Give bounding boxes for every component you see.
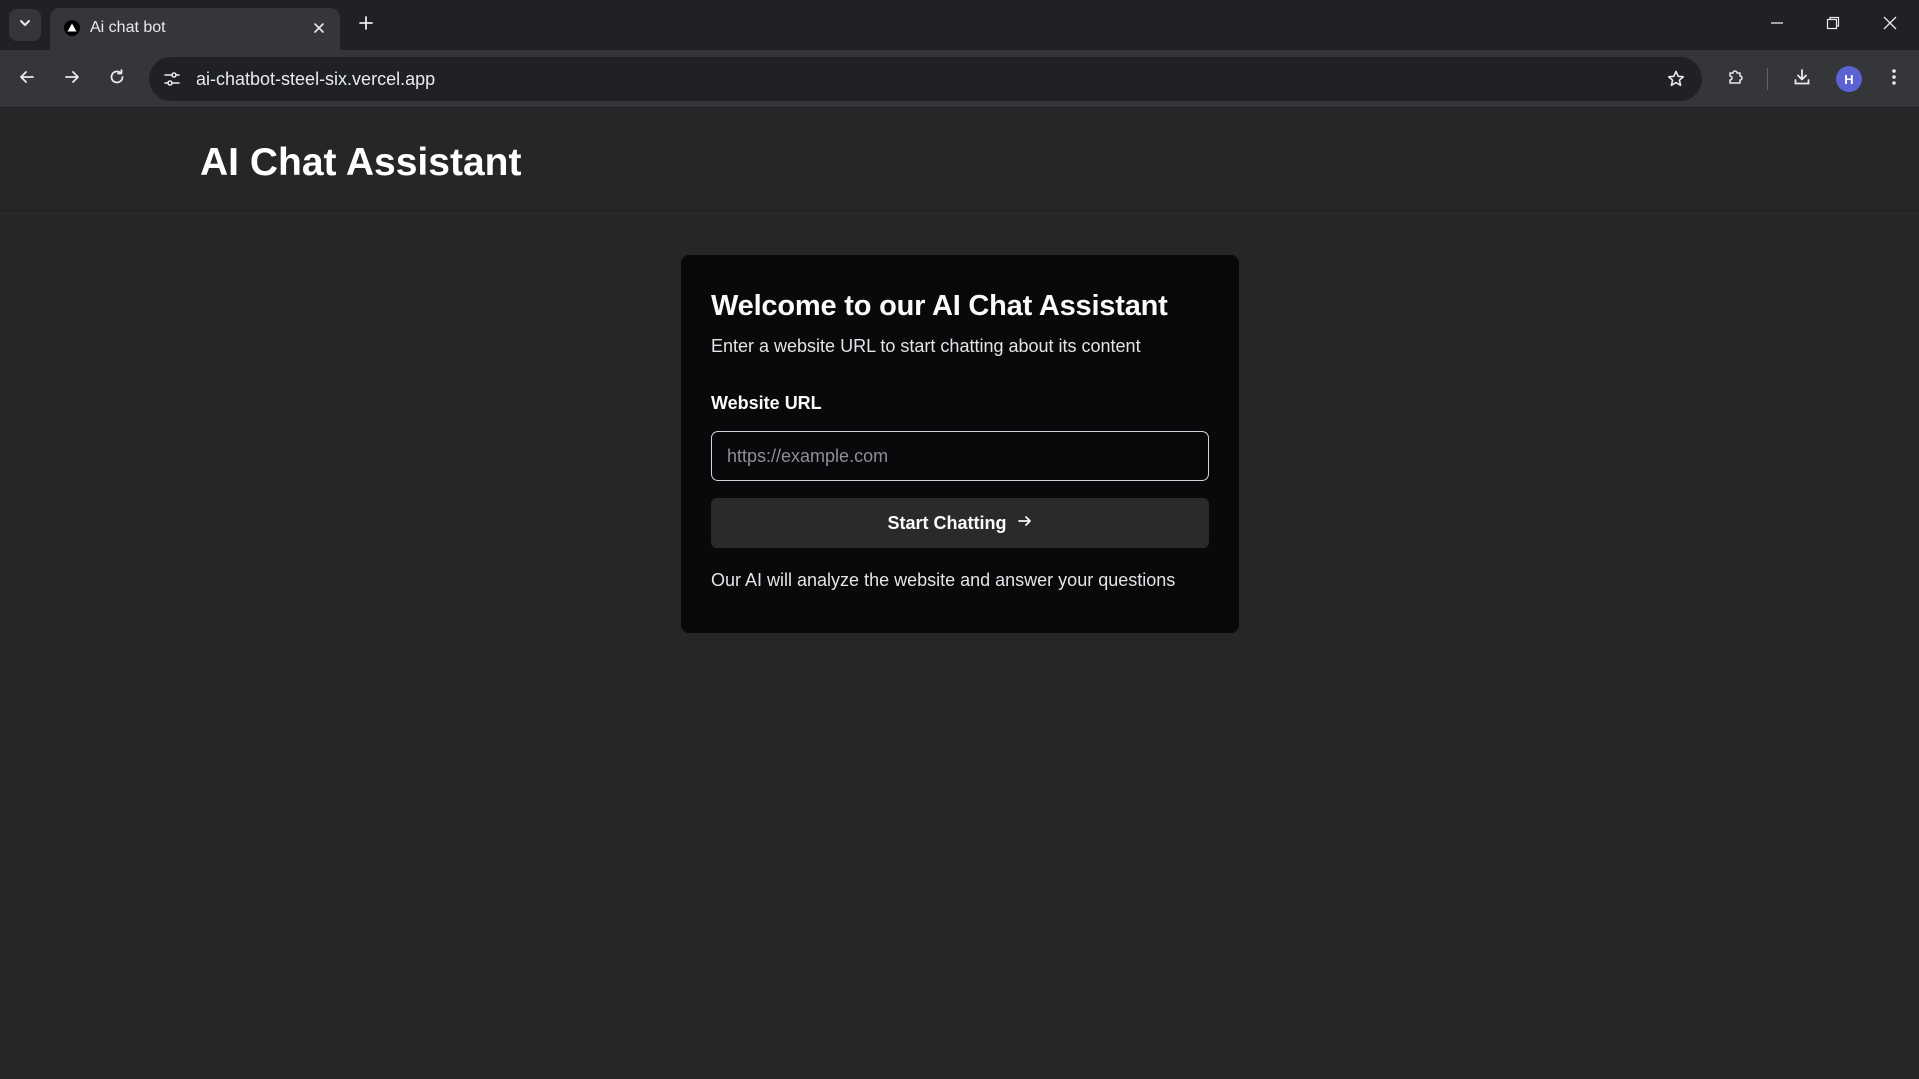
site-info-icon[interactable] <box>157 64 187 94</box>
puzzle-icon <box>1726 67 1746 92</box>
download-icon <box>1792 67 1812 92</box>
close-icon <box>1883 16 1897 35</box>
reload-icon <box>108 68 126 91</box>
browser-tabstrip: Ai chat bot <box>0 0 1919 50</box>
website-url-label: Website URL <box>711 393 822 413</box>
bookmark-star-icon[interactable] <box>1662 65 1690 93</box>
card-description: Enter a website URL to start chatting ab… <box>711 336 1141 356</box>
welcome-card: Welcome to our AI Chat Assistant Enter a… <box>681 255 1239 633</box>
restore-icon <box>1826 16 1840 35</box>
site-header: AI Chat Assistant <box>0 108 1919 214</box>
close-window-button[interactable] <box>1873 8 1907 42</box>
site-title: AI Chat Assistant <box>200 141 522 184</box>
browser-menu-button[interactable] <box>1878 63 1910 95</box>
arrow-left-icon <box>18 68 36 91</box>
start-chatting-label: Start Chatting <box>887 512 1007 533</box>
arrow-right-icon <box>1017 513 1033 534</box>
vercel-triangle-icon <box>62 18 82 38</box>
start-chatting-button[interactable]: Start Chatting <box>711 498 1209 548</box>
downloads-button[interactable] <box>1786 63 1818 95</box>
toolbar-separator <box>1767 68 1768 90</box>
url-text: ai-chatbot-steel-six.vercel.app <box>196 69 436 89</box>
address-bar[interactable]: ai-chatbot-steel-six.vercel.app <box>149 57 1702 101</box>
browser-tab-active[interactable]: Ai chat bot <box>50 8 340 50</box>
reload-button[interactable] <box>101 63 133 95</box>
more-vert-icon <box>1891 67 1897 92</box>
restore-button[interactable] <box>1816 8 1850 42</box>
website-url-input[interactable] <box>711 431 1209 481</box>
new-tab-button[interactable] <box>352 11 380 39</box>
profile-avatar[interactable]: H <box>1836 66 1862 92</box>
tab-search-button[interactable] <box>9 9 41 41</box>
plus-icon <box>358 15 374 36</box>
back-button[interactable] <box>11 63 43 95</box>
tab-title: Ai chat bot <box>90 19 166 36</box>
card-note: Our AI will analyze the website and answ… <box>711 570 1176 590</box>
extensions-button[interactable] <box>1720 63 1752 95</box>
forward-button[interactable] <box>56 63 88 95</box>
card-title: Welcome to our AI Chat Assistant <box>711 290 1168 322</box>
browser-toolbar: ai-chatbot-steel-six.vercel.app H <box>0 50 1919 108</box>
minimize-icon <box>1770 16 1784 35</box>
web-page: AI Chat Assistant Welcome to our AI Chat… <box>0 108 1919 1079</box>
arrow-right-icon <box>63 68 81 91</box>
close-tab-icon[interactable] <box>308 17 330 39</box>
minimize-button[interactable] <box>1760 8 1794 42</box>
chevron-down-icon <box>18 16 32 35</box>
